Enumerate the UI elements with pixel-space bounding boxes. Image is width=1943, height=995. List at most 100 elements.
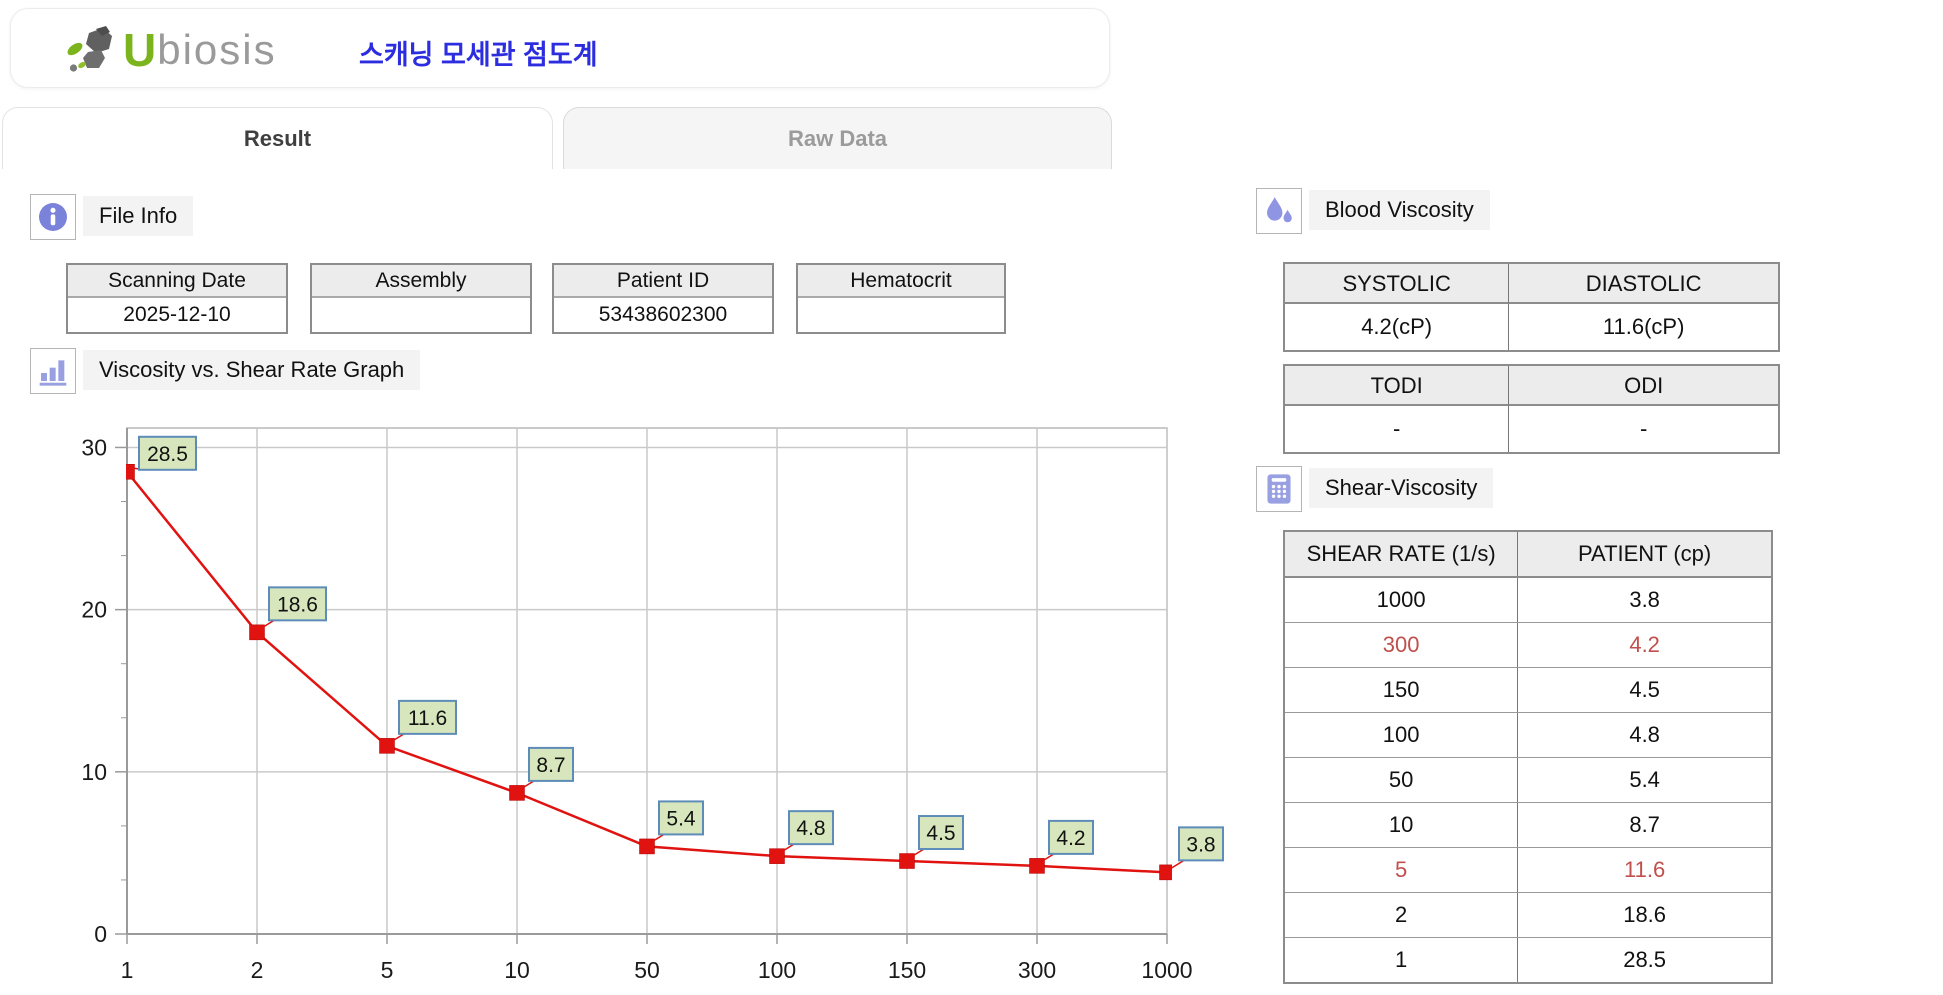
logo-text-u: U [123,24,158,76]
patient-id-table: Patient ID 53438602300 [552,263,774,334]
chart-tick-label: 2 [251,957,264,983]
shear-rate-cell: 150 [1285,668,1519,712]
chart-tick-label: 1 [121,957,134,983]
shear-rate-column-header: SHEAR RATE (1/s) [1285,532,1519,576]
patient-column-header: PATIENT (cp) [1518,532,1771,576]
patient-cell: 4.5 [1518,668,1771,712]
shear-rate-cell: 300 [1285,623,1519,667]
viscosity-shear-chart: 0 10 20 30 1 2 5 10 50 100 150 300 1000 28.5 18.6 11.6 8… [0,410,1250,995]
systolic-header: SYSTOLIC [1285,264,1510,304]
shear-row: 1000 3.8 [1285,578,1771,623]
label-leader [1170,859,1185,870]
file-info-title: File Info [83,196,194,236]
chart-tick-label: 10 [81,759,107,785]
shear-rate-cell: 50 [1285,758,1519,802]
bar-chart-icon [30,348,76,394]
chart-tick-label: 1000 [1141,957,1192,983]
chart-tick-label: 30 [81,434,107,460]
patient-cell: 3.8 [1518,578,1771,622]
shear-rate-cell: 1000 [1285,578,1519,622]
chart-data-label: 18.6 [277,593,318,616]
assembly-value [312,298,530,332]
blood-viscosity-title: Blood Viscosity [1309,190,1490,230]
patient-cell: 18.6 [1518,893,1771,937]
patient-cell: 28.5 [1518,938,1771,982]
tab-result[interactable]: Result [2,107,553,169]
diastolic-value: 11.6(cP) [1509,304,1778,350]
diastolic-header: DIASTOLIC [1509,264,1778,304]
odi-value: - [1509,406,1778,452]
chart-data-label: 4.2 [1056,827,1085,850]
patient-id-value: 53438602300 [554,298,772,332]
shear-row: 2 18.6 [1285,893,1771,938]
shear-row: 1 28.5 [1285,938,1771,982]
shear-row: 300 4.2 [1285,623,1771,668]
shear-table-header-row: SHEAR RATE (1/s) PATIENT (cp) [1285,532,1771,578]
chart-tick-label: 300 [1018,957,1056,983]
systolic-diastolic-table: SYSTOLIC DIASTOLIC 4.2(cP) 11.6(cP) [1283,262,1780,352]
chart-data-label: 5.4 [666,807,696,830]
graph-section-header: Viscosity vs. Shear Rate Graph [30,348,421,394]
chart-data-label: 3.8 [1186,833,1215,856]
app-window: Ubiosis 스캐닝 모세관 점도계 Result Raw Data File… [0,0,1943,995]
chart-tick-label: 100 [758,957,796,983]
chart-tick-label: 10 [504,957,530,983]
chart-data-label: 8.7 [536,754,565,777]
chart-data-label: 28.5 [147,443,188,466]
shear-row: 150 4.5 [1285,668,1771,713]
chart-tick-label: 20 [81,597,107,623]
shear-viscosity-section-header: Shear-Viscosity [1256,466,1494,512]
chart-tick-label: 0 [94,921,107,947]
assembly-table: Assembly [310,263,532,334]
shear-row: 100 4.8 [1285,713,1771,758]
ubiosis-logo: Ubiosis [63,23,277,77]
chart-data-label: 11.6 [408,707,447,730]
patient-id-header: Patient ID [554,265,772,298]
chart-data-point [126,464,135,480]
app-title-korean: 스캐닝 모세관 점도계 [359,40,598,70]
assembly-header: Assembly [312,265,530,298]
ubiosis-logo-icon [67,26,112,72]
chart-data-label: 4.5 [926,822,955,845]
todi-odi-table: TODI ODI - - [1283,364,1780,454]
shear-row: 5 11.6 [1285,848,1771,893]
shear-row: 50 5.4 [1285,758,1771,803]
hematocrit-header: Hematocrit [798,265,1004,298]
patient-cell: 5.4 [1518,758,1771,802]
chart-tick-label: 150 [888,957,926,983]
info-icon [30,194,76,240]
shear-rate-cell: 1 [1285,938,1519,982]
patient-cell: 11.6 [1518,848,1771,892]
patient-cell: 4.8 [1518,713,1771,757]
patient-cell: 8.7 [1518,803,1771,847]
graph-title: Viscosity vs. Shear Rate Graph [83,350,421,390]
hematocrit-table: Hematocrit [796,263,1006,334]
tab-raw-data-label: Raw Data [787,126,888,151]
chart-canvas: 0 10 20 30 1 2 5 10 50 100 150 300 1000 28.5 18.6 11.6 8… [81,427,1224,983]
shear-rate-cell: 100 [1285,713,1519,757]
chart-data-label: 4.8 [796,817,825,840]
chart-tick-label: 5 [381,957,394,983]
patient-cell: 4.2 [1518,623,1771,667]
scanning-date-header: Scanning Date [68,265,286,298]
scanning-date-table: Scanning Date 2025-12-10 [66,263,288,334]
shear-row: 10 8.7 [1285,803,1771,848]
tab-raw-data[interactable]: Raw Data [563,107,1112,169]
odi-header: ODI [1509,366,1778,406]
shear-viscosity-table: SHEAR RATE (1/s) PATIENT (cp) 1000 3.8 3… [1283,530,1773,984]
tab-result-label: Result [243,126,312,151]
todi-value: - [1285,406,1510,452]
shear-rate-cell: 2 [1285,893,1519,937]
logo-text-biosis: biosis [157,26,277,73]
chart-tick-label: 50 [634,957,660,983]
hematocrit-value [798,298,1004,332]
todi-header: TODI [1285,366,1510,406]
header-bar: Ubiosis 스캐닝 모세관 점도계 [10,8,1110,88]
calculator-icon [1256,466,1302,512]
scanning-date-value: 2025-12-10 [68,298,286,332]
droplets-icon [1256,188,1302,234]
file-info-section-header: File Info [30,194,194,240]
shear-rate-cell: 10 [1285,803,1519,847]
shear-rate-cell: 5 [1285,848,1519,892]
shear-viscosity-title: Shear-Viscosity [1309,468,1494,508]
